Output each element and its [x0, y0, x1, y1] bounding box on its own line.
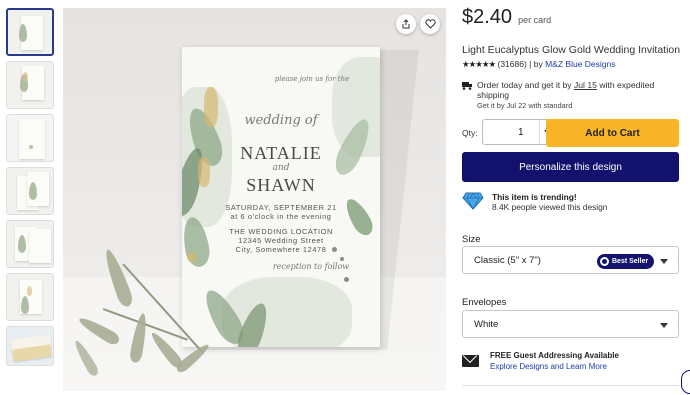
invite-intro: please join us for the: [274, 75, 350, 83]
personalize-button[interactable]: Personalize this design: [462, 152, 679, 182]
guest-addressing-title: FREE Guest Addressing Available: [490, 351, 619, 360]
size-select[interactable]: Classic (5" x 7") Best Seller: [462, 246, 679, 274]
envelopes-select[interactable]: White: [462, 310, 679, 338]
best-seller-label: Best Seller: [612, 258, 649, 265]
sprig-leaf-1: [101, 247, 135, 309]
thumbnail-7[interactable]: [6, 326, 54, 366]
invite-name-2: SHAWN: [246, 175, 316, 195]
rating-stars[interactable]: ★★★★★: [462, 59, 496, 69]
thumbnail-6[interactable]: [6, 273, 54, 321]
price: $2.40: [462, 6, 513, 28]
product-image[interactable]: please join us for the wedding of NATALI…: [63, 8, 446, 391]
product-title: Light Eucalyptus Glow Gold Wedding Invit…: [462, 44, 681, 56]
floating-tab[interactable]: [681, 370, 690, 394]
thumbnail-strip: [6, 8, 58, 371]
designer-link[interactable]: M&Z Blue Designs: [545, 59, 615, 69]
rating-row: ★★★★★ (31686) | by M&Z Blue Designs: [462, 59, 615, 70]
envelope-icon: [462, 355, 479, 367]
shipping-prefix: Order today and get it by: [477, 80, 572, 90]
thumb-gold: [27, 286, 32, 296]
thumbnail-2[interactable]: [6, 61, 54, 109]
invite-and: and: [272, 163, 290, 173]
invite-time: at 6 o'clock in the evening: [230, 212, 332, 221]
chevron-down-icon: [660, 259, 668, 264]
heart-icon: [424, 19, 436, 29]
share-icon: [402, 19, 410, 29]
shipping-date[interactable]: Jul 15: [574, 80, 597, 90]
thumbnail-4[interactable]: [6, 167, 54, 215]
thumb-gold: [23, 72, 28, 82]
sprig-leaf-2: [76, 314, 122, 347]
invite-location: THE WEDDING LOCATION: [229, 227, 333, 236]
price-row: $2.40 per card: [462, 6, 551, 29]
invite-script-heading: wedding of: [244, 113, 318, 128]
thumb-card: [19, 119, 45, 159]
size-value: Classic (5" x 7"): [474, 255, 541, 266]
envelopes-value: White: [474, 319, 499, 330]
qty-label: Qty:: [462, 128, 478, 138]
favorite-button[interactable]: [420, 14, 440, 34]
qty-divider: [539, 120, 540, 144]
guest-addressing-link[interactable]: Explore Designs and Learn More: [490, 362, 607, 371]
share-button[interactable]: [396, 14, 416, 34]
invite-date: SATURDAY, SEPTEMBER 21: [225, 203, 337, 212]
thumbnail-1[interactable]: [6, 8, 54, 56]
by-text: | by: [529, 59, 543, 69]
invite-address-1: 12345 Wedding Street: [238, 236, 324, 245]
thumb-leaf: [29, 182, 37, 200]
divider: [462, 385, 679, 386]
award-icon: [600, 257, 609, 266]
shipping-expedited: Order today and get it by Jul 15 with ex…: [477, 80, 654, 100]
qty-value: 1: [518, 127, 524, 138]
invitation-card: please join us for the wedding of NATALI…: [182, 47, 380, 347]
rating-count[interactable]: (31686): [497, 59, 526, 69]
trending-title: This item is trending!: [492, 192, 577, 202]
truck-icon: [462, 82, 472, 90]
thumb-card: [29, 229, 51, 263]
invite-address-2: City, Somewhere 12478: [235, 245, 327, 254]
thumb-leaf: [19, 24, 27, 42]
invite-name-1: NATALIE: [240, 143, 322, 163]
price-unit: per card: [518, 15, 552, 25]
thumbnail-5[interactable]: [6, 220, 54, 268]
add-to-cart-button[interactable]: Add to Cart: [546, 119, 679, 147]
thumb-leaf: [18, 235, 26, 253]
size-label: Size: [462, 234, 481, 245]
best-seller-badge: Best Seller: [597, 254, 655, 269]
thumbnail-3[interactable]: [6, 114, 54, 162]
diamond-icon: [462, 192, 484, 210]
trending-subtitle: 8.4K people viewed this design: [492, 202, 608, 212]
shipping-suffix: with expedited: [599, 80, 655, 90]
shipping-cont: shipping: [477, 90, 510, 100]
chevron-down-icon: [660, 323, 668, 328]
shipping-standard: Get it by Jul 22 with standard: [477, 101, 573, 110]
sprig-leaf-6: [71, 338, 101, 378]
gold-dot-3: [344, 277, 349, 282]
invite-reception: reception to follow: [272, 262, 350, 271]
thumb-leaf: [21, 296, 29, 314]
envelopes-label: Envelopes: [462, 297, 507, 308]
thumb-gold: [29, 145, 33, 149]
gold-dot-2: [340, 257, 344, 261]
